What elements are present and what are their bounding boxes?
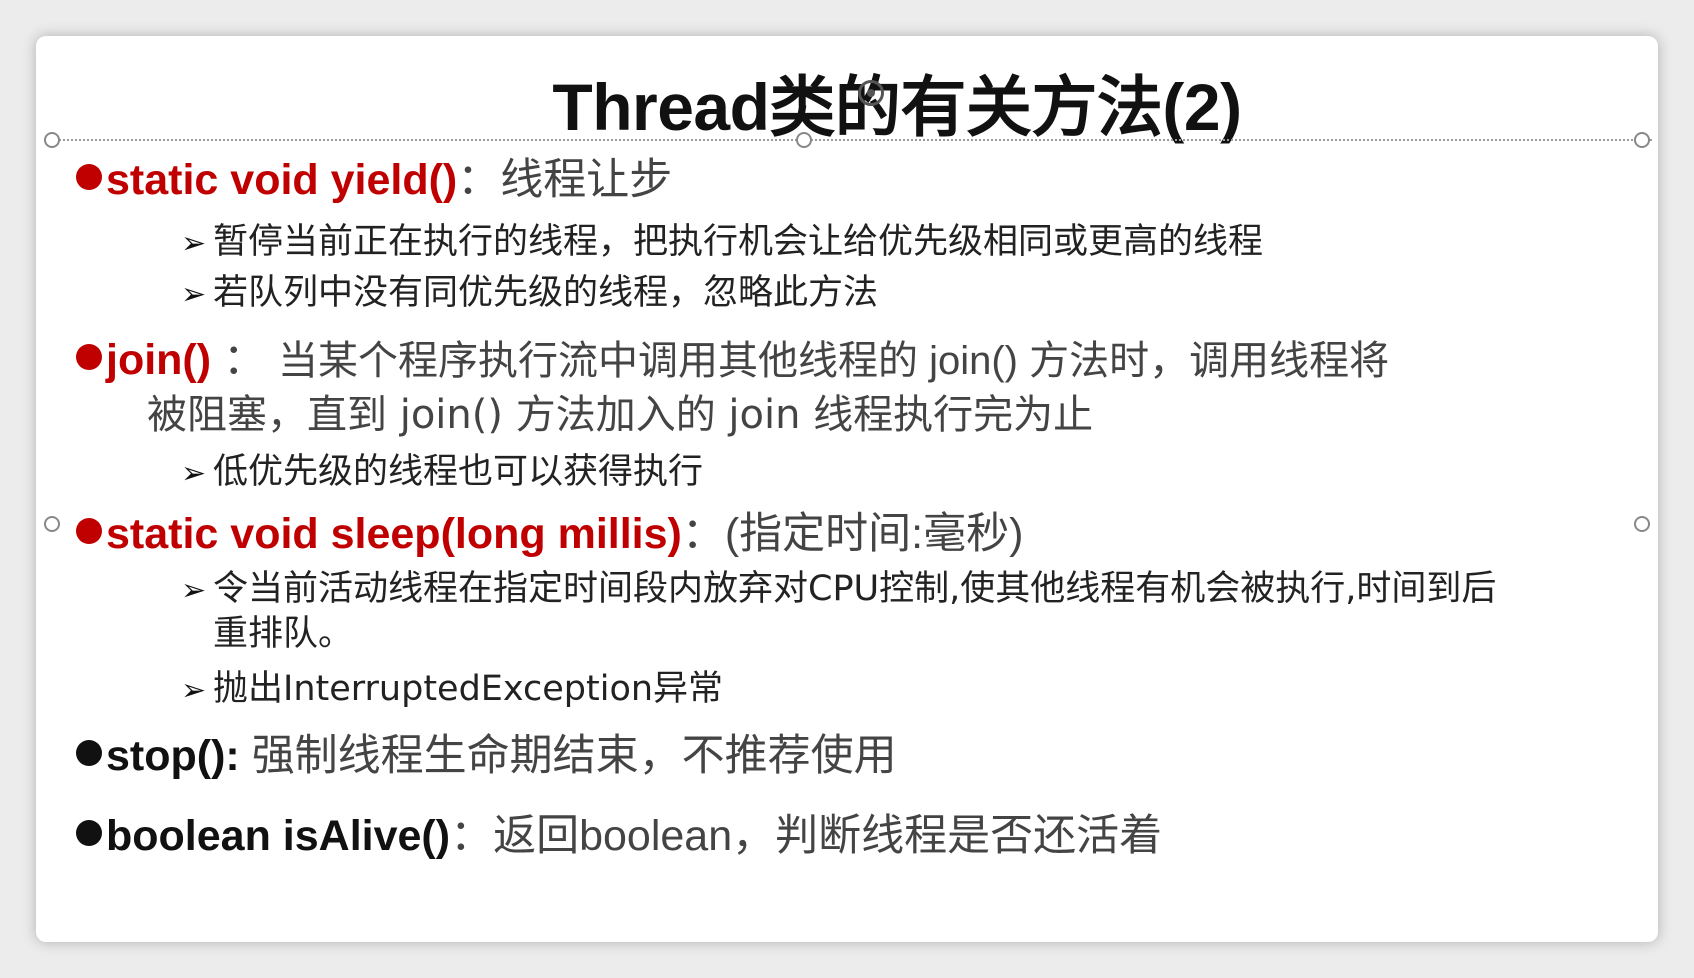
method-signature: boolean isAlive() bbox=[106, 812, 451, 860]
method-description: 强制线程生命期结束，不推荐使用 bbox=[251, 732, 897, 780]
arrow-bullet-icon: ➢ bbox=[181, 226, 207, 261]
separator: ： bbox=[681, 510, 725, 558]
separator: ： bbox=[450, 812, 494, 860]
method-description-continuation: 被阻塞，直到 join() 方法加入的 join 线程执行完为止 bbox=[147, 392, 1094, 438]
bullet-join: join() ： 当某个程序执行流中调用其他线程的 join() 方法时，调用线… bbox=[76, 331, 1389, 390]
arrow-bullet-icon: ➢ bbox=[181, 673, 207, 708]
separator bbox=[240, 732, 252, 780]
method-description: 返回boolean，判断线程是否还活着 bbox=[493, 812, 1163, 860]
sub-bullet-text: 低优先级的线程也可以获得执行 bbox=[213, 452, 704, 492]
sub-bullet-continuation: 重排队。 bbox=[213, 614, 354, 654]
method-signature: join() bbox=[106, 336, 212, 384]
method-signature: static void sleep(long millis) bbox=[106, 510, 682, 558]
rotate-handle-icon[interactable] bbox=[858, 80, 884, 106]
resize-handle-top-left[interactable] bbox=[44, 132, 60, 148]
sub-bullet-text: 暂停当前正在执行的线程，把执行机会让给优先级相同或更高的线程 bbox=[213, 222, 1264, 262]
slide: Thread类的有关方法(2) static void yield()：线程让步… bbox=[36, 36, 1658, 942]
bullet-yield: static void yield()：线程让步 bbox=[76, 151, 672, 209]
slide-title: Thread类的有关方法(2) bbox=[552, 70, 1242, 144]
bullet-dot-icon bbox=[76, 344, 102, 370]
resize-handle-middle-left[interactable] bbox=[44, 516, 60, 532]
method-description: 当某个程序执行流中调用其他线程的 join() 方法时，调用线程将 bbox=[277, 339, 1390, 383]
separator: ： bbox=[457, 156, 501, 204]
sub-bullet-text: 令当前活动线程在指定时间段内放弃对CPU控制,使其他线程有机会被执行,时间到后 bbox=[213, 569, 1497, 609]
resize-handle-top-right[interactable] bbox=[1634, 132, 1650, 148]
bullet-stop: stop(): 强制线程生命期结束，不推荐使用 bbox=[76, 727, 897, 785]
resize-handle-top-middle[interactable] bbox=[796, 132, 812, 148]
method-description: (指定时间:毫秒) bbox=[724, 510, 1024, 558]
arrow-bullet-icon: ➢ bbox=[181, 456, 207, 491]
sub-bullet: ➢ 令当前活动线程在指定时间段内放弃对CPU控制,使其他线程有机会被执行,时间到后 bbox=[181, 566, 1496, 614]
sub-bullet: ➢ 低优先级的线程也可以获得执行 bbox=[181, 449, 703, 497]
sub-bullet: ➢ 暂停当前正在执行的线程，把执行机会让给优先级相同或更高的线程 bbox=[181, 219, 1263, 267]
method-signature: stop(): bbox=[106, 732, 240, 780]
sub-bullet: ➢ 抛出InterruptedException异常 bbox=[181, 666, 723, 714]
bullet-dot-icon bbox=[76, 164, 102, 190]
sub-bullet-text: 若队列中没有同优先级的线程，忽略此方法 bbox=[213, 273, 879, 313]
sub-bullet-text: 抛出InterruptedException异常 bbox=[213, 669, 724, 709]
bullet-dot-icon bbox=[76, 740, 102, 766]
arrow-bullet-icon: ➢ bbox=[181, 277, 207, 312]
resize-handle-middle-right[interactable] bbox=[1634, 516, 1650, 532]
separator: ： bbox=[211, 336, 278, 384]
sub-bullet: ➢ 若队列中没有同优先级的线程，忽略此方法 bbox=[181, 270, 878, 318]
arrow-bullet-icon: ➢ bbox=[181, 573, 207, 608]
bullet-dot-icon bbox=[76, 518, 102, 544]
bullet-isalive: boolean isAlive()：返回boolean，判断线程是否还活着 bbox=[76, 807, 1162, 865]
bullet-sleep: static void sleep(long millis)：(指定时间:毫秒) bbox=[76, 505, 1023, 563]
bullet-dot-icon bbox=[76, 820, 102, 846]
method-description: 线程让步 bbox=[500, 156, 673, 204]
method-signature: static void yield() bbox=[106, 156, 458, 204]
